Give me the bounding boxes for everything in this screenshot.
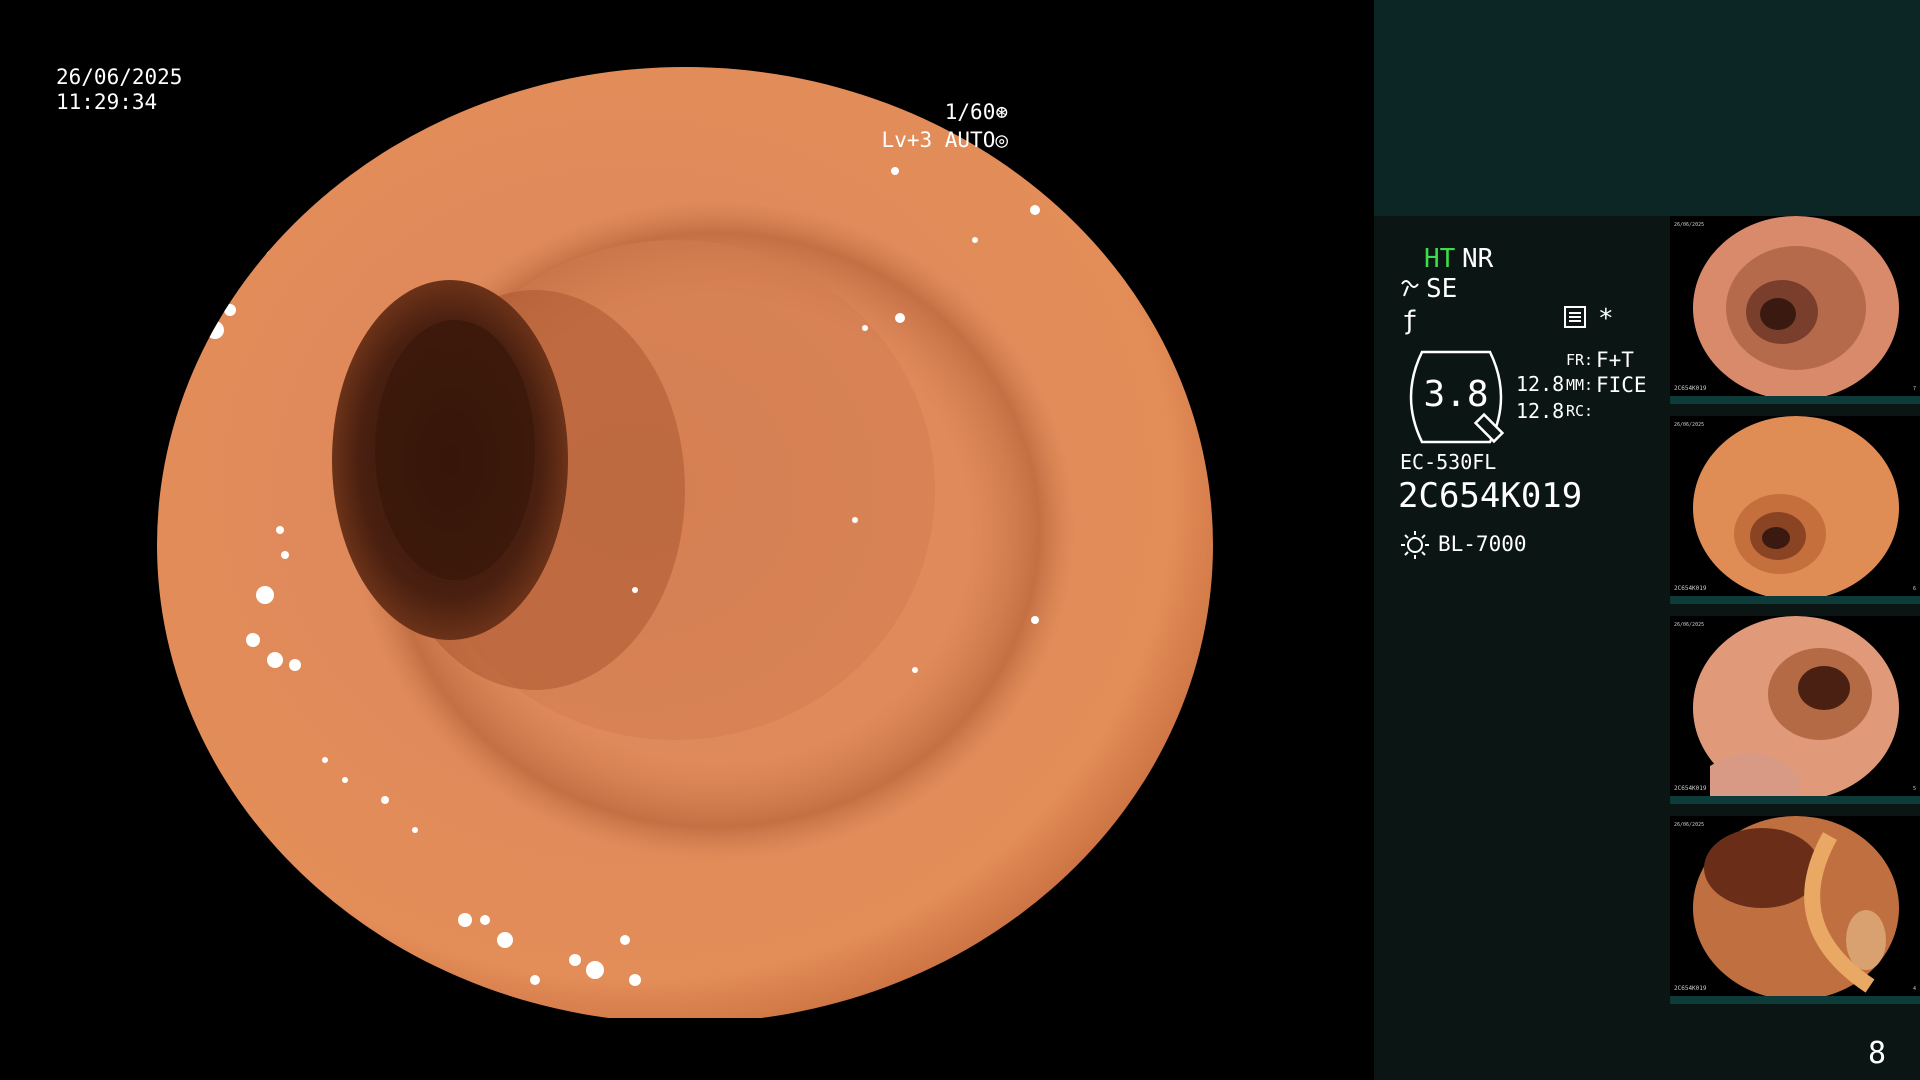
thumbnail[interactable]: 26/06/2025 2C654K019 7 <box>1670 216 1920 404</box>
thumbnail-image <box>1693 216 1899 400</box>
structure-enhance-icon <box>1401 280 1419 297</box>
thumb-date: 26/06/2025 <box>1674 822 1705 828</box>
se-indicator: SE <box>1426 274 1458 304</box>
iris-icon: ◎ <box>995 128 1008 152</box>
agc-level: Lv+3 AUTO◎ <box>882 127 1008 153</box>
mm-value: FICE <box>1596 373 1647 397</box>
thumb-date: 26/06/2025 <box>1674 222 1705 228</box>
rc-label: RC: <box>1566 402 1594 420</box>
thumb-serial: 2C654K019 <box>1674 985 1707 992</box>
light-source-icon <box>1401 531 1429 559</box>
scope-serial: 2C654K019 <box>1398 476 1583 516</box>
panel-header <box>1374 0 1920 216</box>
thumbnail-image <box>1693 416 1899 600</box>
fr-label: FR: <box>1566 351 1594 369</box>
endoscope-main-view <box>155 60 1215 1018</box>
agc-label: Lv+3 AUTO <box>881 128 996 152</box>
thumbnail[interactable]: 26/06/2025 2C654K019 5 <box>1670 616 1920 804</box>
shutter-label: 1/60 <box>944 100 996 124</box>
value-2: 12.8 <box>1516 399 1565 423</box>
thumb-serial: 2C654K019 <box>1674 585 1707 592</box>
thumb-date: 26/06/2025 <box>1674 622 1705 628</box>
mm-label: MM: <box>1566 376 1594 394</box>
thumb-serial: 2C654K019 <box>1674 785 1707 792</box>
thumb-bar <box>1670 996 1920 1004</box>
zoom-value: 3.8 <box>1423 374 1489 415</box>
time-label: 11:29:34 <box>56 90 158 114</box>
thumbnail-image <box>1693 816 1899 1000</box>
thumb-bar <box>1670 596 1920 604</box>
thumb-index: 4 <box>1912 986 1916 992</box>
star-marker: * <box>1598 304 1614 334</box>
f-icon: ƒ <box>1402 306 1418 336</box>
record-icon <box>1564 306 1586 328</box>
light-source: BL-7000 <box>1438 532 1527 556</box>
thumb-serial: 2C654K019 <box>1674 385 1707 392</box>
thumbnail[interactable]: 26/06/2025 2C654K019 6 <box>1670 416 1920 604</box>
nr-indicator: NR <box>1462 244 1494 274</box>
fr-value: F+T <box>1596 348 1634 372</box>
shutter-icon: ⊛ <box>995 100 1008 124</box>
thumb-bar <box>1670 796 1920 804</box>
thumb-index: 5 <box>1912 786 1916 792</box>
thumbnail[interactable]: 26/06/2025 2C654K019 4 <box>1670 816 1920 1004</box>
thumb-index: 6 <box>1912 586 1916 592</box>
thumb-bar <box>1670 396 1920 404</box>
ht-indicator: HT <box>1424 244 1456 274</box>
thumb-index: 7 <box>1912 386 1916 392</box>
scope-model: EC-530FL <box>1400 450 1497 474</box>
date-label: 26/06/2025 <box>56 65 183 89</box>
thumb-date: 26/06/2025 <box>1674 422 1705 428</box>
shutter-speed: 1/60⊛ <box>945 99 1008 125</box>
page-number: 8 <box>1868 1036 1887 1071</box>
value-1: 12.8 <box>1516 372 1565 396</box>
thumbnail-image <box>1693 616 1899 800</box>
